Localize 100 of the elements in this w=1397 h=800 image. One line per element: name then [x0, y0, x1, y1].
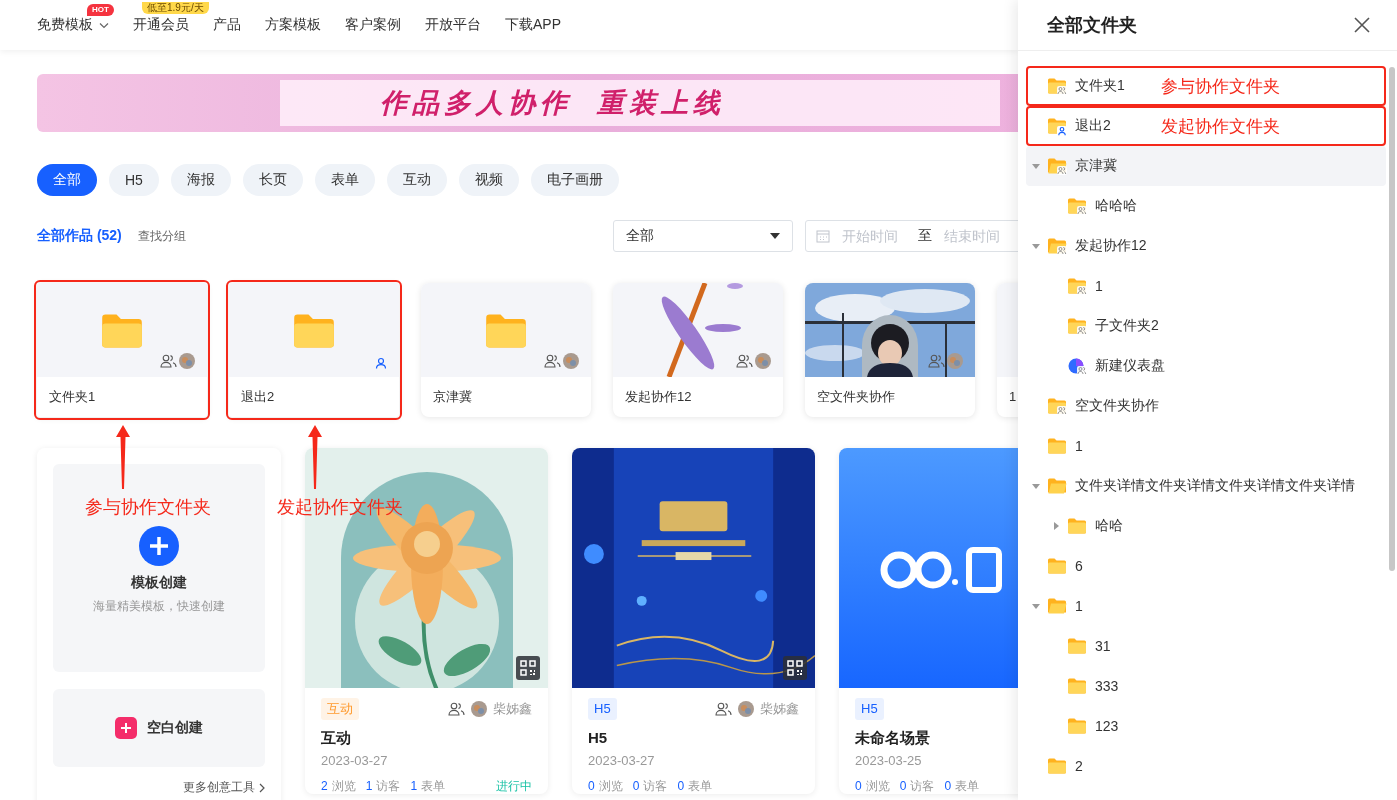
- nav-link[interactable]: 开通会员: [133, 16, 189, 34]
- nav-link[interactable]: 产品: [213, 16, 241, 34]
- tree-item[interactable]: 文件夹详情文件夹详情文件夹详情文件夹详情: [1026, 466, 1386, 506]
- folder-name: 文件夹1: [48, 388, 97, 406]
- tree-item[interactable]: 新建仪表盘: [1026, 346, 1386, 386]
- tree-item[interactable]: 空文件夹协作: [1026, 386, 1386, 426]
- work-title: H5: [588, 728, 609, 748]
- folder-icon: [1047, 436, 1067, 456]
- caret-down-icon: [770, 233, 780, 239]
- folder-name: 空文件夹协作: [816, 388, 896, 406]
- folder-card[interactable]: 退出2: [229, 283, 399, 417]
- folder-card[interactable]: 文件夹1: [37, 283, 207, 417]
- author-name: 柴姊鑫: [493, 700, 532, 718]
- chevron-right-icon: [259, 782, 265, 793]
- folder-name: 发起协作12: [624, 388, 693, 406]
- shared-folder-icon: [1047, 396, 1067, 416]
- start-date-field[interactable]: 开始时间: [842, 228, 906, 244]
- qr-code-icon[interactable]: [516, 656, 540, 680]
- filter-tab[interactable]: 电子画册: [530, 164, 619, 196]
- tree-item[interactable]: 1: [1026, 266, 1386, 306]
- template-create-subtitle: 海量精美模板，快速创建: [93, 598, 225, 615]
- works-count-title: 全部作品 (52): [37, 227, 122, 245]
- people-icon: [928, 354, 945, 368]
- plus-icon: [115, 717, 137, 739]
- people-icon: [160, 354, 177, 368]
- more-tools-link[interactable]: 更多创意工具: [183, 779, 265, 796]
- tree-item[interactable]: 1: [1026, 426, 1386, 466]
- folder-card[interactable]: 1: [997, 283, 1018, 417]
- price-badge: 低至1.9元/天: [142, 2, 209, 14]
- stat-text: 0 访客: [632, 778, 668, 794]
- shared-folder-icon: [1047, 156, 1067, 176]
- folder-icon: [1067, 516, 1087, 536]
- tree-item[interactable]: 哈哈哈: [1026, 186, 1386, 226]
- work-date: 2023-03-25: [855, 752, 923, 770]
- filter-tab[interactable]: 长页: [242, 164, 303, 196]
- stat-text: 2 浏览: [321, 778, 356, 794]
- nav-link[interactable]: 方案模板: [265, 16, 321, 34]
- range-separator: 至: [918, 227, 932, 245]
- banner[interactable]: 作品多人协作 重装上线: [37, 74, 1018, 132]
- stat-text: 0 访客: [899, 778, 935, 794]
- nav-link[interactable]: 免费模板: [37, 16, 109, 34]
- person-icon: [375, 357, 387, 369]
- template-create-title: 模板创建: [131, 574, 187, 592]
- filter-tab[interactable]: 全部: [37, 164, 97, 196]
- stat-text: 1 表单: [410, 778, 446, 794]
- shared-folder-icon: [1067, 276, 1087, 296]
- filter-tab[interactable]: 视频: [458, 164, 519, 196]
- tree-item[interactable]: 发起协作12: [1026, 226, 1386, 266]
- folder-card[interactable]: 发起协作12: [613, 283, 783, 417]
- tree-item[interactable]: 123: [1026, 706, 1386, 746]
- annotation-label: 发起协作文件夹: [277, 496, 403, 519]
- avatar: [563, 353, 579, 369]
- tree-item[interactable]: 333: [1026, 666, 1386, 706]
- close-icon[interactable]: [1354, 17, 1370, 33]
- filter-tab[interactable]: 海报: [170, 164, 231, 196]
- tree-item[interactable]: 哈哈: [1026, 506, 1386, 546]
- avatar: [471, 701, 487, 717]
- tree-item[interactable]: 京津冀: [1026, 146, 1386, 186]
- work-title: 未命名场景: [855, 728, 931, 748]
- avatar: [947, 353, 963, 369]
- status-text: 进行中: [496, 778, 532, 794]
- folder-icon: [1047, 756, 1067, 776]
- scrollbar-thumb[interactable]: [1389, 67, 1395, 571]
- hot-badge: HOT: [87, 4, 114, 16]
- tree-item[interactable]: 31: [1026, 626, 1386, 666]
- filter-tab[interactable]: 互动: [386, 164, 447, 196]
- tree-item[interactable]: 6: [1026, 546, 1386, 586]
- work-date: 2023-03-27: [321, 752, 389, 770]
- type-select[interactable]: 全部: [613, 220, 793, 252]
- nav-link[interactable]: 客户案例: [345, 16, 401, 34]
- folder-icon: [1067, 636, 1087, 656]
- end-date-field[interactable]: 结束时间: [944, 228, 1008, 244]
- qr-code-icon[interactable]: [783, 656, 807, 680]
- author-name: 柴姊鑫: [760, 700, 799, 718]
- tree-item[interactable]: 子文件夹2: [1026, 306, 1386, 346]
- annotation-label: 发起协作文件夹: [1161, 115, 1280, 138]
- tree-item[interactable]: 退出2 发起协作文件夹: [1026, 106, 1386, 146]
- plus-icon: [139, 526, 179, 566]
- find-group-link[interactable]: 查找分组: [137, 227, 186, 245]
- blank-create-button[interactable]: 空白创建: [53, 689, 265, 767]
- filter-tab[interactable]: H5: [109, 164, 159, 196]
- owner-folder-icon: [1047, 116, 1067, 136]
- nav-link[interactable]: 开放平台: [425, 16, 481, 34]
- tree-item[interactable]: 2: [1026, 746, 1386, 786]
- nav-link[interactable]: 下载APP: [505, 16, 561, 34]
- folder-icon: [1047, 596, 1067, 616]
- stat-text: 0 表单: [677, 778, 713, 794]
- folder-name: 退出2: [240, 388, 276, 406]
- people-icon: [544, 354, 561, 368]
- shared-folder-icon: [1067, 196, 1087, 216]
- folder-icon: [1047, 556, 1067, 576]
- calendar-icon: [816, 229, 830, 243]
- folder-name: 京津冀: [432, 388, 473, 406]
- tree-item[interactable]: 文件夹1 参与协作文件夹: [1026, 66, 1386, 106]
- tree-item[interactable]: 1: [1026, 586, 1386, 626]
- folder-card[interactable]: 空文件夹协作: [805, 283, 975, 417]
- filter-tab[interactable]: 表单: [314, 164, 375, 196]
- avatar: [755, 353, 771, 369]
- folder-card[interactable]: 京津冀: [421, 283, 591, 417]
- type-tag: H5: [588, 698, 617, 720]
